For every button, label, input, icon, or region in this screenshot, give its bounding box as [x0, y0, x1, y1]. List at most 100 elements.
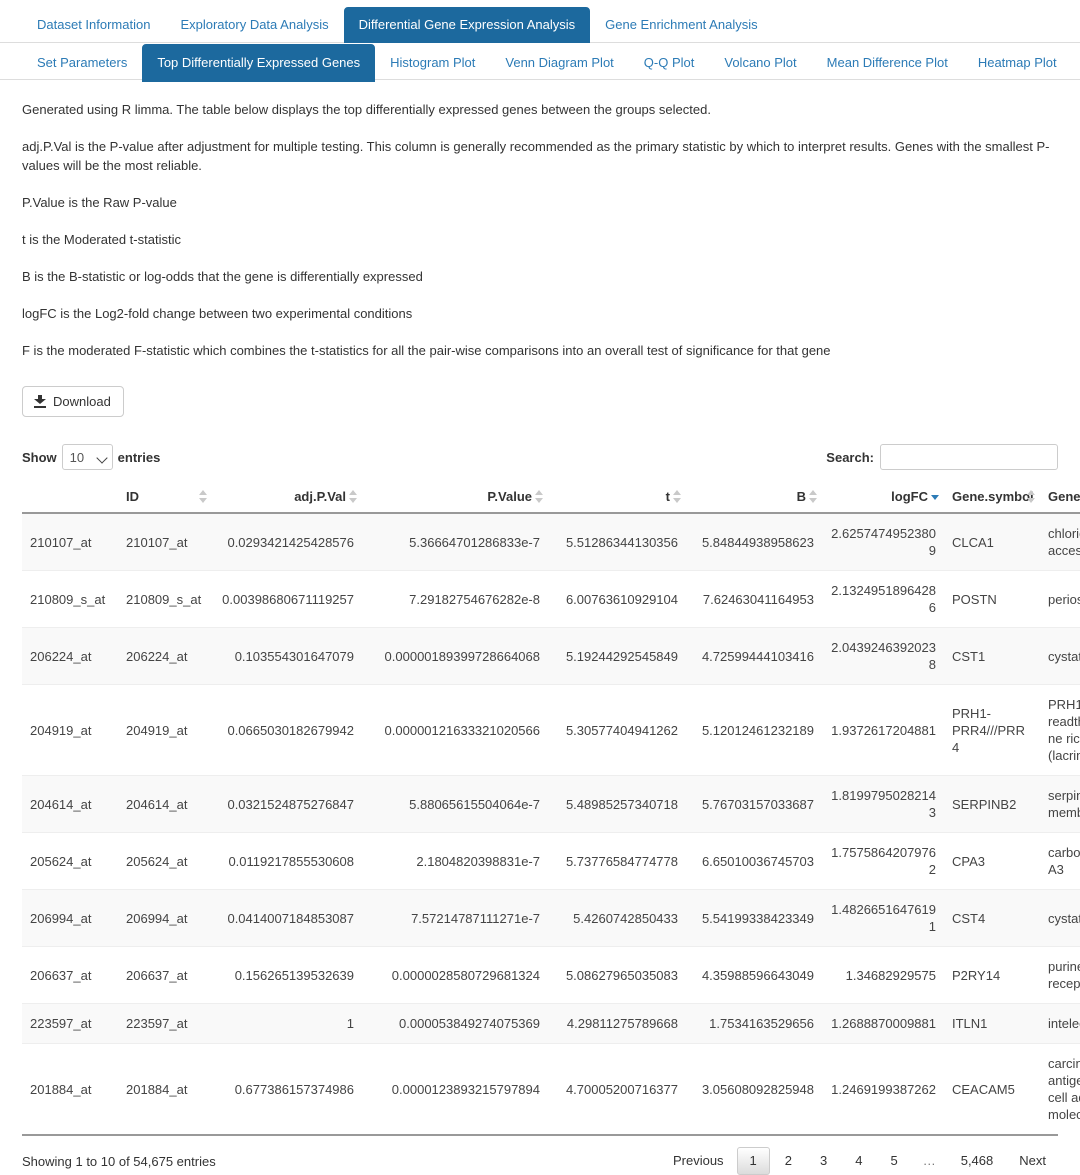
cell-p_value: 7.57214787111271e-7 [362, 889, 548, 947]
primary-tab-3[interactable]: Gene Enrichment Analysis [590, 7, 772, 43]
cell-adj_p_val: 0.156265139532639 [212, 946, 362, 1004]
pagination-page-3[interactable]: 3 [807, 1147, 840, 1175]
column-header-t[interactable]: t [548, 483, 686, 514]
cell-b: 4.35988596643049 [686, 946, 822, 1004]
table-row[interactable]: 206994_at 206994_at 0.0414007184853087 7.57… [22, 889, 1080, 947]
cell-adj_p_val: 0.0414007184853087 [212, 889, 362, 947]
table-row[interactable]: 204614_at 204614_at 0.0321524875276847 5.88… [22, 775, 1080, 833]
column-header-label: B [796, 489, 806, 504]
cell-id: 206224_at [118, 627, 212, 685]
column-header-label: P.Value [487, 489, 532, 504]
column-header-p-value[interactable]: P.Value [362, 483, 548, 514]
cell-gene_symbol: POSTN [944, 570, 1040, 628]
pagination-page-4[interactable]: 4 [842, 1147, 875, 1175]
cell-id: 205624_at [118, 832, 212, 890]
cell-gene_symbol: ITLN1 [944, 1003, 1040, 1044]
paragraph-text-5: logFC is the Log2-fold change between tw… [22, 306, 413, 321]
cell-rowname: 206224_at [22, 627, 118, 685]
pagination-page-1[interactable]: 1 [736, 1147, 770, 1175]
column-header-label: adj.P.Val [294, 489, 346, 504]
cell-id: 204919_at [118, 684, 212, 776]
pagination-next[interactable]: Next [1008, 1147, 1057, 1175]
secondary-tab-0[interactable]: Set Parameters [22, 44, 142, 82]
paragraph-text-3: t is the Moderated t-statistic [22, 232, 181, 247]
cell-rowname: 204919_at [22, 684, 118, 776]
sort-both-icon [535, 490, 544, 503]
cell-p_value: 0.0000123893215797894 [362, 1043, 548, 1134]
cell-id: 206994_at [118, 889, 212, 947]
column-header-logfc[interactable]: logFC [822, 483, 944, 514]
pagination-prev[interactable]: Previous [662, 1147, 735, 1175]
primary-tab-2[interactable]: Differential Gene Expression Analysis [343, 7, 591, 43]
table-row[interactable]: 206637_at 206637_at 0.156265139532639 0.000… [22, 946, 1080, 1004]
secondary-tab-7[interactable]: Heatmap Plot [963, 44, 1072, 82]
primary-tab-bar: Dataset Information Exploratory Data Anal… [0, 6, 1080, 43]
paragraph-text-2: P.Value is the Raw P-value [22, 195, 177, 210]
column-header-gene-title[interactable]: Gene.title [1040, 483, 1080, 514]
cell-t: 4.70005200716377 [548, 1043, 686, 1134]
paragraph-text-0: Generated using R limma. The table below… [22, 102, 711, 117]
cell-b: 4.72599444103416 [686, 627, 822, 685]
primary-tab-1[interactable]: Exploratory Data Analysis [165, 7, 343, 43]
page-length-select[interactable]: 102550100 [61, 444, 113, 470]
table-row[interactable]: 205624_at 205624_at 0.0119217855530608 2.18… [22, 832, 1080, 890]
cell-t: 5.48985257340718 [548, 775, 686, 833]
column-header-id[interactable]: ID [118, 483, 212, 514]
cell-b: 3.05608092825948 [686, 1043, 822, 1134]
cell-gene_symbol: CLCA1 [944, 513, 1040, 571]
primary-tab-0[interactable]: Dataset Information [22, 7, 165, 43]
column-header-label: ID [126, 489, 139, 504]
pagination-page-2[interactable]: 2 [772, 1147, 805, 1175]
secondary-tab-3[interactable]: Venn Diagram Plot [490, 44, 628, 82]
table-body: 210107_at 210107_at 0.0293421425428576 5.36… [22, 513, 1080, 1134]
paragraph-2: P.Value is the Raw P-value [22, 193, 1058, 212]
cell-t: 4.29811275789668 [548, 1003, 686, 1044]
pagination-page-5468[interactable]: 5,468 [948, 1147, 1007, 1175]
column-header-adj-p-val[interactable]: adj.P.Val [212, 483, 362, 514]
cell-gene_symbol: P2RY14 [944, 946, 1040, 1004]
search-input[interactable] [880, 444, 1058, 470]
table-scroll-container: ID adj.P.Val P.Value t BlogFC Gene.symbol Gene… [22, 483, 1080, 1134]
cell-t: 5.19244292545849 [548, 627, 686, 685]
cell-rowname: 206994_at [22, 889, 118, 947]
cell-rowname: 206637_at [22, 946, 118, 1004]
secondary-tab-1[interactable]: Top Differentially Expressed Genes [142, 44, 376, 82]
table-row[interactable]: 206224_at 206224_at 0.103554301647079 0.000… [22, 627, 1080, 685]
table-row[interactable]: 210107_at 210107_at 0.0293421425428576 5.36… [22, 513, 1080, 571]
pagination-ellipsis: … [922, 1153, 936, 1168]
secondary-tab-5[interactable]: Volcano Plot [709, 44, 811, 82]
column-header-gene-symbol[interactable]: Gene.symbol [944, 483, 1040, 514]
secondary-tab-6[interactable]: Mean Difference Plot [812, 44, 963, 82]
pagination-page-5[interactable]: 5 [877, 1147, 910, 1175]
top-genes-table: ID adj.P.Val P.Value t BlogFC Gene.symbol Gene… [22, 483, 1080, 1134]
column-header-b[interactable]: B [686, 483, 822, 514]
cell-id: 210107_at [118, 513, 212, 571]
column-header-label: t [665, 489, 670, 504]
cell-logfc: 1.34682929575 [822, 946, 944, 1004]
secondary-tab-bar: Set Parameters Top Differentially Express… [0, 43, 1080, 82]
entries-label: entries [117, 449, 161, 465]
table-row[interactable]: 223597_at 223597_at 1 0.000053849274075369 4… [22, 1003, 1080, 1044]
table-row[interactable]: 204919_at 204919_at 0.0665030182679942 0.00… [22, 684, 1080, 776]
cell-rowname: 204614_at [22, 775, 118, 833]
description-block: Generated using R limma. The table below… [22, 100, 1058, 360]
column-header-label: Gene.symbol [952, 489, 1034, 504]
secondary-tab-4[interactable]: Q-Q Plot [629, 44, 710, 82]
cell-adj_p_val: 0.0293421425428576 [212, 513, 362, 571]
table-row[interactable]: 210809_s_at 210809_s_at 0.0039868067111925… [22, 570, 1080, 628]
sort-both-icon [199, 490, 208, 503]
cell-p_value: 0.0000028580729681324 [362, 946, 548, 1004]
sort-both-icon [349, 490, 358, 503]
cell-gene_symbol: CST1 [944, 627, 1040, 685]
cell-adj_p_val: 0.00398680671119257 [212, 570, 362, 628]
cell-rowname: 223597_at [22, 1003, 118, 1044]
table-row[interactable]: 201884_at 201884_at 0.677386157374986 0.000… [22, 1043, 1080, 1134]
cell-gene_title: PRH1-PRR4 readthrough///proline rich 4 (… [1040, 684, 1080, 776]
cell-p_value: 0.00000189399728664068 [362, 627, 548, 685]
cell-logfc: 2.04392463920238 [822, 627, 944, 685]
secondary-tab-2[interactable]: Histogram Plot [375, 44, 490, 82]
download-button[interactable]: Download [22, 386, 124, 417]
cell-id: 201884_at [118, 1043, 212, 1134]
cell-gene_title: carboxypeptidase A3 [1040, 832, 1080, 890]
column-header-rowname [22, 483, 118, 514]
